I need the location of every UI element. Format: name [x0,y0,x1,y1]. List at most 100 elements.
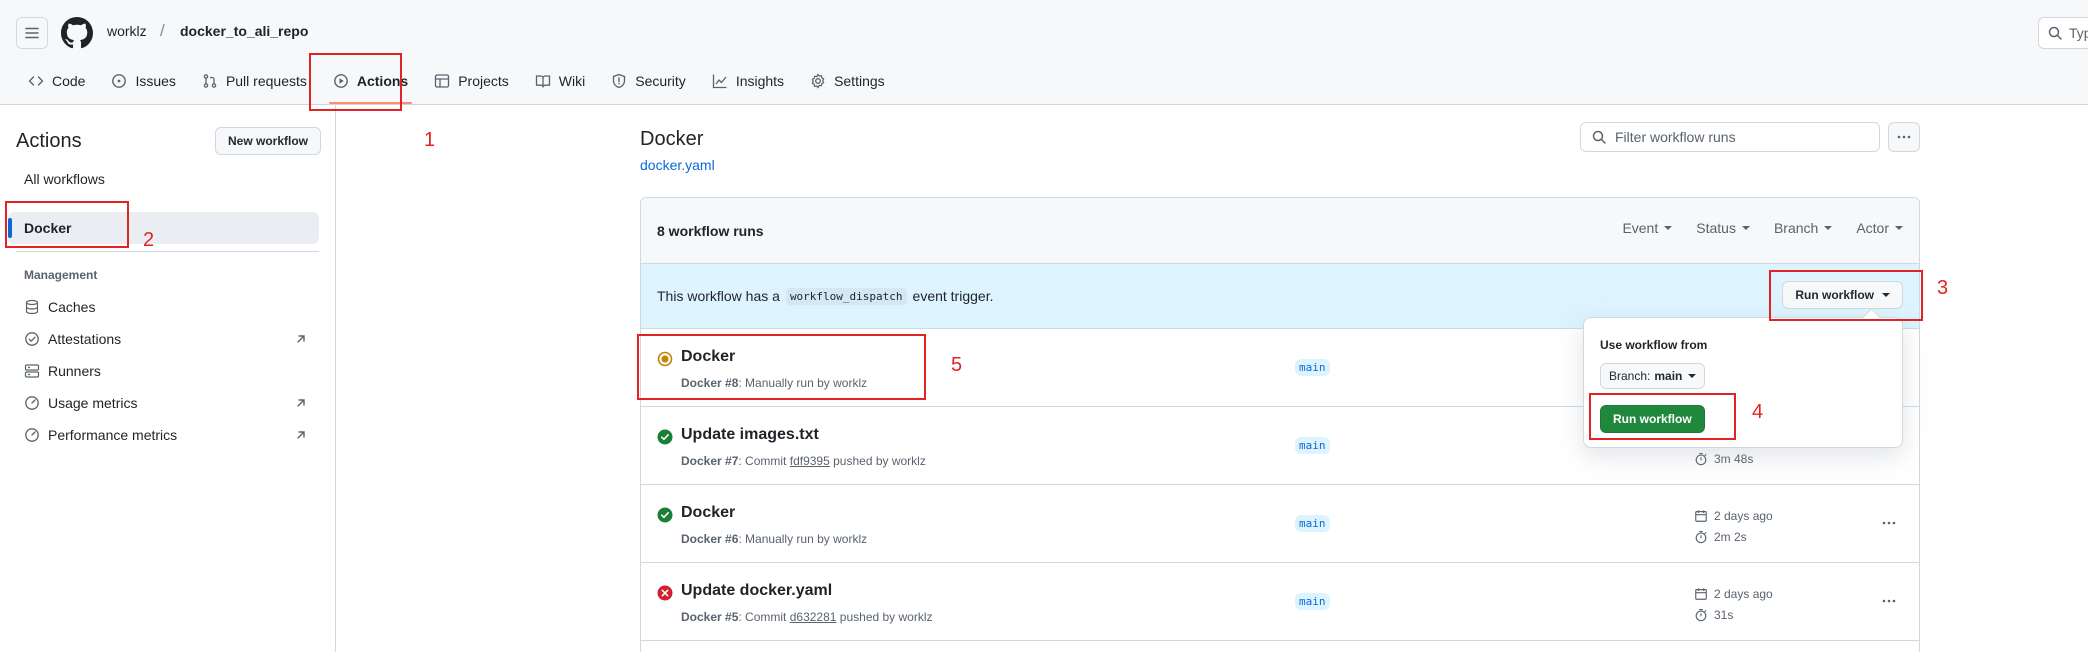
sidebar-item-performance-metrics[interactable]: Performance metrics [24,423,319,447]
commit-sha-link[interactable]: fdf9395 [790,454,830,468]
sidebar-item-runners[interactable]: Runners [24,359,319,383]
run-title-link[interactable]: Docker [681,504,735,522]
graph-icon [712,74,727,89]
annotation-box-run-workflow-submit [1589,393,1736,440]
workflow-file-link[interactable]: docker.yaml [640,157,715,173]
sidebar-item-caches[interactable]: Caches [24,295,319,319]
run-title-link[interactable]: Update images.txt [681,426,819,444]
sidebar-item-label: Usage metrics [48,395,138,411]
duration-text: 31s [1714,608,1734,622]
branch-label[interactable]: main [1295,359,1330,376]
workflow-title: Docker [640,128,704,150]
tab-projects[interactable]: Projects [422,64,521,98]
caret-down-icon [1664,226,1673,230]
shield-icon [613,73,626,89]
issue-icon [112,74,127,88]
tab-issues[interactable]: Issues [99,64,187,98]
sidebar-item-label: Caches [48,299,96,315]
tab-label: Security [635,73,686,89]
tab-wiki[interactable]: Wiki [523,64,597,98]
run-meta-suffix: pushed by worklz [833,454,926,468]
table-icon [435,74,450,88]
tab-insights[interactable]: Insights [700,64,796,98]
dispatch-prefix: This workflow has a [657,288,780,304]
run-date: 2 days ago [1694,509,1773,523]
check-circle-icon [657,429,673,445]
run-meta: Docker #5: Commit d632281 pushed by work… [681,610,933,624]
workflow-run-row[interactable]: Docker Docker #6: Manually run by worklz… [641,485,1919,563]
external-link-icon [297,399,305,407]
caret-down-icon [1688,374,1697,378]
branch-select-button[interactable]: Branch: main [1600,363,1706,389]
search-icon [2048,26,2062,40]
annotation-box-docker-workflow [5,201,129,248]
tab-code[interactable]: Code [16,64,97,98]
run-menu-button[interactable] [1879,593,1899,609]
annotation-number: 5 [951,354,963,376]
workflow-menu-button[interactable] [1888,122,1920,152]
sidebar-item-usage-metrics[interactable]: Usage metrics [24,391,319,415]
database-icon [25,299,39,315]
run-meta: Docker #7: Commit fdf9395 pushed by work… [681,454,926,468]
hamburger-icon [25,27,39,39]
date-text: 2 days ago [1714,509,1773,523]
run-duration: 2m 2s [1694,530,1747,544]
filter-label: Actor [1856,220,1889,236]
repo-tabs: Code Issues Pull requests Actions Projec… [16,64,899,104]
run-meta-prefix: : Commit [738,454,787,468]
sidebar-title: Actions [16,130,82,152]
run-workflow-name: Docker [681,610,722,624]
tab-settings[interactable]: Settings [798,64,897,98]
status-filter[interactable]: Status [1696,220,1750,236]
tab-label: Insights [735,73,785,89]
annotation-number: 4 [1752,401,1764,423]
filter-workflow-runs-input[interactable]: Filter workflow runs [1580,122,1880,152]
sidebar-item-label: Performance metrics [48,427,178,443]
run-meta: Docker #6: Manually run by worklz [681,532,867,546]
tab-pull-requests[interactable]: Pull requests [190,64,319,98]
annotation-box-actions-tab [309,53,402,111]
actor-filter[interactable]: Actor [1856,220,1903,236]
tab-label: Issues [135,73,176,89]
kebab-horizontal-icon [1882,599,1896,603]
annotation-box-run-workflow-dropdown [1769,270,1923,321]
run-workflow-name: Docker [681,454,722,468]
branch-label[interactable]: main [1295,515,1330,532]
menu-button[interactable] [16,17,48,49]
new-workflow-button[interactable]: New workflow [215,127,322,155]
repo-owner-link[interactable]: worklz [107,23,147,39]
run-title-link[interactable]: Update docker.yaml [681,582,832,600]
book-icon [535,75,550,88]
repo-name-link[interactable]: docker_to_ali_repo [180,23,308,39]
verified-icon [25,332,39,346]
calendar-icon [1695,510,1707,522]
kebab-horizontal-icon [1882,521,1896,525]
commit-sha-link[interactable]: d632281 [790,610,837,624]
external-link-icon [297,431,305,439]
run-meta-text: : Manually run by worklz [738,532,868,546]
stopwatch-icon [1695,609,1707,622]
filter-label: Event [1622,220,1659,236]
branch-label[interactable]: main [1295,593,1330,610]
github-logo-icon[interactable] [61,17,93,49]
annotation-box-new-run [637,334,926,400]
tab-security[interactable]: Security [599,64,698,98]
code-icon [28,76,44,86]
branch-value: main [1654,369,1683,383]
workflow-run-row[interactable]: Update docker.yaml Docker #5: Commit d63… [641,563,1919,641]
all-workflows-link[interactable]: All workflows [24,171,105,187]
check-circle-icon [657,507,673,523]
filter-placeholder: Filter workflow runs [1615,129,1736,145]
branch-prefix: Branch: [1609,369,1651,383]
runs-header: 8 workflow runs Event Status Branch Acto… [641,198,1919,264]
global-search-input[interactable]: Typ [2038,17,2088,49]
filter-label: Status [1696,220,1736,236]
sidebar-divider [16,251,319,252]
tab-label: Settings [834,73,885,89]
sidebar-item-attestations[interactable]: Attestations [24,327,319,351]
branch-label[interactable]: main [1295,437,1330,454]
event-filter[interactable]: Event [1622,220,1673,236]
branch-filter[interactable]: Branch [1774,220,1833,236]
run-menu-button[interactable] [1879,515,1899,531]
annotation-number: 2 [143,229,155,251]
